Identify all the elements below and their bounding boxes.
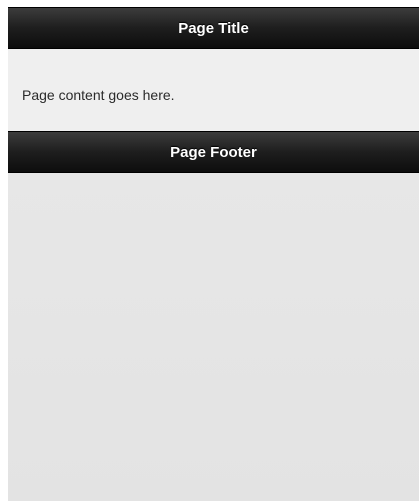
content-text: Page content goes here.: [22, 87, 175, 103]
empty-area: [8, 173, 419, 501]
page-content: Page content goes here.: [8, 49, 419, 131]
page-header: Page Title: [8, 7, 419, 49]
page-title: Page Title: [178, 20, 249, 37]
page-footer: Page Footer: [8, 131, 419, 173]
footer-title: Page Footer: [170, 144, 257, 161]
mobile-page: Page Title Page content goes here. Page …: [8, 7, 419, 501]
